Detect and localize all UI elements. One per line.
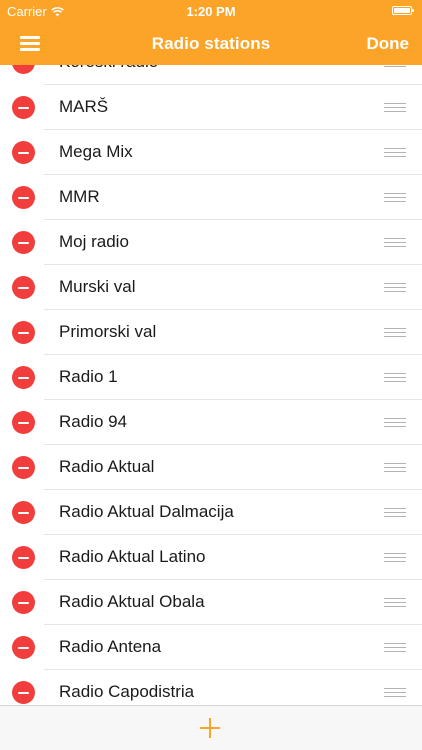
- reorder-handle-icon[interactable]: [384, 103, 406, 112]
- reorder-handle-icon[interactable]: [384, 373, 406, 382]
- delete-icon[interactable]: [12, 96, 35, 119]
- station-row[interactable]: MMR: [0, 175, 422, 220]
- station-row[interactable]: Radio Aktual Latino: [0, 535, 422, 580]
- station-name: Radio 94: [59, 412, 128, 431]
- delete-icon[interactable]: [12, 681, 35, 704]
- header: Carrier 1:20 PM Radio stations Done: [0, 0, 422, 65]
- reorder-handle-icon[interactable]: [384, 553, 406, 562]
- station-name: Radio Aktual: [59, 457, 155, 476]
- station-name: Radio Aktual Latino: [59, 547, 206, 566]
- station-row[interactable]: Radio Aktual Dalmacija: [0, 490, 422, 535]
- reorder-handle-icon[interactable]: [384, 283, 406, 292]
- station-row[interactable]: Koroški radio: [0, 65, 422, 85]
- station-row[interactable]: Radio Aktual: [0, 445, 422, 490]
- station-row[interactable]: Mega Mix: [0, 130, 422, 175]
- delete-icon[interactable]: [12, 231, 35, 254]
- delete-icon[interactable]: [12, 276, 35, 299]
- station-row[interactable]: Radio 94: [0, 400, 422, 445]
- bottom-toolbar: [0, 705, 422, 750]
- delete-icon[interactable]: [12, 186, 35, 209]
- station-name: Radio Aktual Obala: [59, 592, 205, 611]
- delete-icon[interactable]: [12, 141, 35, 164]
- delete-icon[interactable]: [12, 65, 35, 74]
- station-row[interactable]: Radio 1: [0, 355, 422, 400]
- station-row[interactable]: Radio Aktual Obala: [0, 580, 422, 625]
- station-name: Radio 1: [59, 367, 118, 386]
- add-station-button[interactable]: [198, 716, 222, 740]
- reorder-handle-icon[interactable]: [384, 463, 406, 472]
- reorder-handle-icon[interactable]: [384, 598, 406, 607]
- nav-bar: Radio stations Done: [0, 22, 422, 65]
- delete-icon[interactable]: [12, 591, 35, 614]
- status-bar: Carrier 1:20 PM: [0, 0, 422, 22]
- done-button[interactable]: Done: [367, 34, 410, 54]
- reorder-handle-icon[interactable]: [384, 418, 406, 427]
- station-name: Murski val: [59, 277, 136, 296]
- station-name: Mega Mix: [59, 142, 133, 161]
- reorder-handle-icon[interactable]: [384, 193, 406, 202]
- station-row[interactable]: MARŠ: [0, 85, 422, 130]
- station-name: Moj radio: [59, 232, 129, 251]
- station-row[interactable]: Murski val: [0, 265, 422, 310]
- station-name: Primorski val: [59, 322, 157, 341]
- delete-icon[interactable]: [12, 546, 35, 569]
- battery-icon: [392, 6, 414, 15]
- reorder-handle-icon[interactable]: [384, 508, 406, 517]
- delete-icon[interactable]: [12, 321, 35, 344]
- reorder-handle-icon[interactable]: [384, 643, 406, 652]
- reorder-handle-icon[interactable]: [384, 65, 406, 67]
- station-row[interactable]: Moj radio: [0, 220, 422, 265]
- station-name: MARŠ: [59, 97, 109, 116]
- reorder-handle-icon[interactable]: [384, 688, 406, 697]
- station-list: Koroški radio MARŠ Mega Mix MMR Moj radio Mur…: [0, 65, 422, 705]
- clock: 1:20 PM: [186, 4, 236, 19]
- reorder-handle-icon[interactable]: [384, 328, 406, 337]
- station-name: Radio Antena: [59, 637, 162, 656]
- delete-icon[interactable]: [12, 501, 35, 524]
- station-row[interactable]: Primorski val: [0, 310, 422, 355]
- reorder-handle-icon[interactable]: [384, 148, 406, 157]
- station-name: Koroški radio: [59, 65, 158, 72]
- delete-icon[interactable]: [12, 636, 35, 659]
- delete-icon[interactable]: [12, 366, 35, 389]
- delete-icon[interactable]: [12, 411, 35, 434]
- station-name: MMR: [59, 187, 100, 206]
- station-row[interactable]: Radio Capodistria: [0, 670, 422, 705]
- reorder-handle-icon[interactable]: [384, 238, 406, 247]
- station-name: Radio Capodistria: [59, 682, 195, 701]
- station-name: Radio Aktual Dalmacija: [59, 502, 234, 521]
- station-row[interactable]: Radio Antena: [0, 625, 422, 670]
- delete-icon[interactable]: [12, 456, 35, 479]
- page-title: Radio stations: [151, 34, 271, 53]
